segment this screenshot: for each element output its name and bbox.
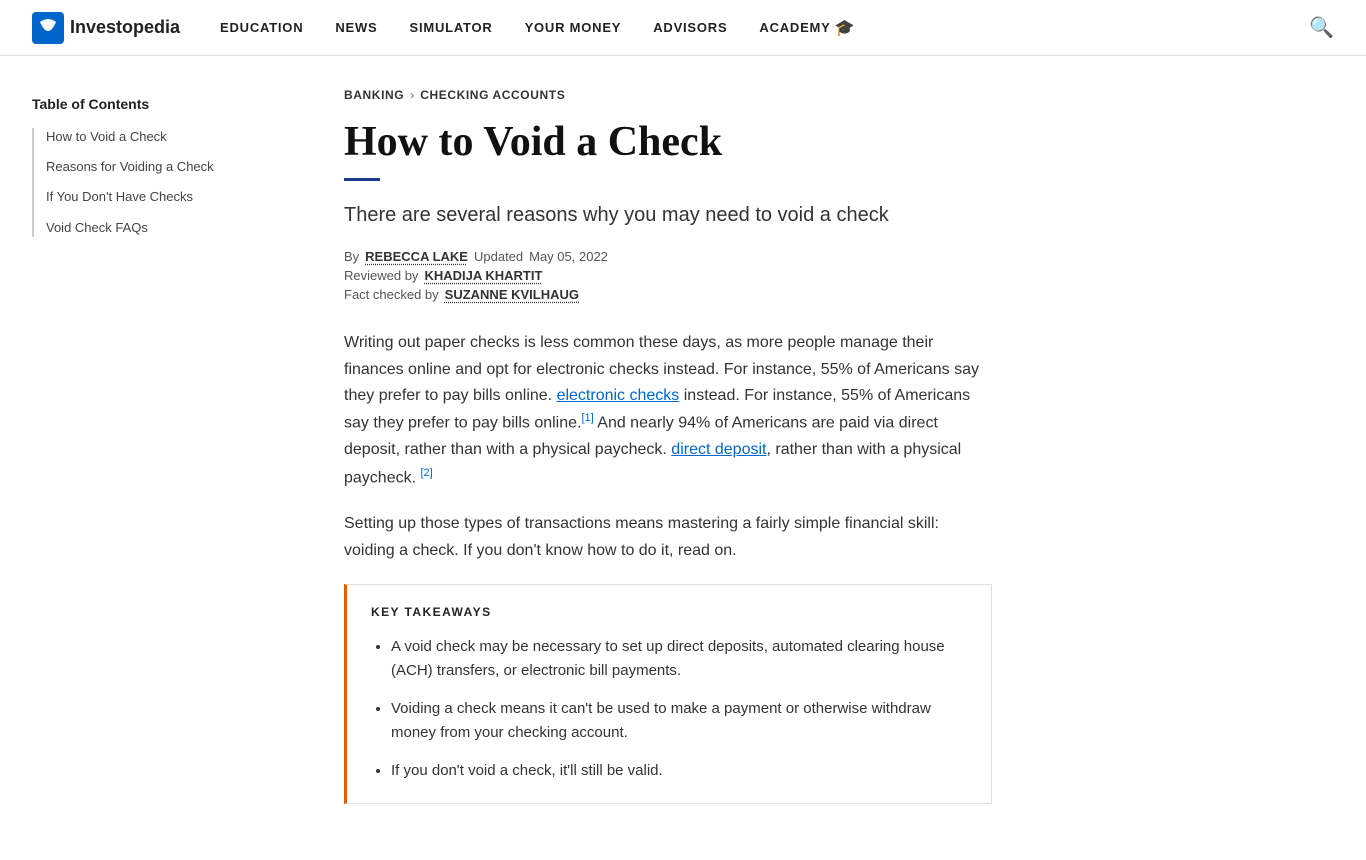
nav-item-news[interactable]: NEWS xyxy=(335,19,377,37)
key-takeaways-box: KEY TAKEAWAYS A void check may be necess… xyxy=(344,584,992,804)
meta-fact-check-row: Fact checked by SUZANNE KVILHAUG xyxy=(344,287,992,302)
ref-2: [2] xyxy=(420,467,432,479)
takeaway-item-1: A void check may be necessary to set up … xyxy=(391,635,967,683)
navigation: Investopedia EDUCATION NEWS SIMULATOR YO… xyxy=(0,0,1366,56)
toc-item-1[interactable]: How to Void a Check xyxy=(46,128,280,146)
article-title: How to Void a Check xyxy=(344,118,992,166)
fact-checker-name[interactable]: SUZANNE KVILHAUG xyxy=(445,287,579,302)
body-paragraph-1: Writing out paper checks is less common … xyxy=(344,330,992,491)
fact-checked-label: Fact checked by xyxy=(344,287,439,302)
reviewer-name[interactable]: KHADIJA KHARTIT xyxy=(424,268,542,283)
nav-item-advisors[interactable]: ADVISORS xyxy=(653,19,727,37)
sidebar: Table of Contents How to Void a Check Re… xyxy=(32,56,312,249)
author-name[interactable]: REBECCA LAKE xyxy=(365,249,468,264)
toc-list: How to Void a Check Reasons for Voiding … xyxy=(32,128,280,237)
takeaway-item-2: Voiding a check means it can't be used t… xyxy=(391,697,967,745)
toc-item-2[interactable]: Reasons for Voiding a Check xyxy=(46,158,280,176)
main-content: BANKING › CHECKING ACCOUNTS How to Void … xyxy=(312,56,992,860)
toc-item-3[interactable]: If You Don't Have Checks xyxy=(46,188,280,206)
title-underline xyxy=(344,178,380,181)
updated-date: May 05, 2022 xyxy=(529,249,608,264)
updated-label: Updated xyxy=(474,249,523,264)
nav-item-academy[interactable]: ACADEMY 🎓 xyxy=(759,18,855,38)
toc-title: Table of Contents xyxy=(32,96,280,112)
graduation-cap-icon: 🎓 xyxy=(835,18,856,38)
electronic-checks-link[interactable]: electronic checks xyxy=(557,387,680,404)
breadcrumb-checking-accounts[interactable]: CHECKING ACCOUNTS xyxy=(420,88,565,102)
toc-item-4[interactable]: Void Check FAQs xyxy=(46,219,280,237)
breadcrumb-separator: › xyxy=(410,88,414,102)
by-label: By xyxy=(344,249,359,264)
reviewed-by-label: Reviewed by xyxy=(344,268,418,283)
meta-reviewer-row: Reviewed by KHADIJA KHARTIT xyxy=(344,268,992,283)
takeaways-list: A void check may be necessary to set up … xyxy=(371,635,967,783)
direct-deposit-link[interactable]: direct deposit xyxy=(671,441,766,458)
nav-item-education[interactable]: EDUCATION xyxy=(220,19,303,37)
body-paragraph-2: Setting up those types of transactions m… xyxy=(344,511,992,564)
breadcrumb: BANKING › CHECKING ACCOUNTS xyxy=(344,88,992,102)
article-meta: By REBECCA LAKE Updated May 05, 2022 Rev… xyxy=(344,249,992,302)
breadcrumb-banking[interactable]: BANKING xyxy=(344,88,404,102)
takeaway-item-3: If you don't void a check, it'll still b… xyxy=(391,759,967,783)
search-icon[interactable]: 🔍 xyxy=(1309,15,1334,40)
article-body: Writing out paper checks is less common … xyxy=(344,330,992,564)
logo[interactable]: Investopedia xyxy=(32,12,180,44)
logo-text: Investopedia xyxy=(70,17,180,38)
article-subtitle: There are several reasons why you may ne… xyxy=(344,201,992,229)
takeaways-title: KEY TAKEAWAYS xyxy=(371,605,967,619)
meta-author-row: By REBECCA LAKE Updated May 05, 2022 xyxy=(344,249,992,264)
ref-1: [1] xyxy=(581,412,593,424)
nav-item-your-money[interactable]: YOUR MONEY xyxy=(525,19,622,37)
nav-links: EDUCATION NEWS SIMULATOR YOUR MONEY ADVI… xyxy=(220,18,1285,38)
nav-item-simulator[interactable]: SIMULATOR xyxy=(410,19,493,37)
